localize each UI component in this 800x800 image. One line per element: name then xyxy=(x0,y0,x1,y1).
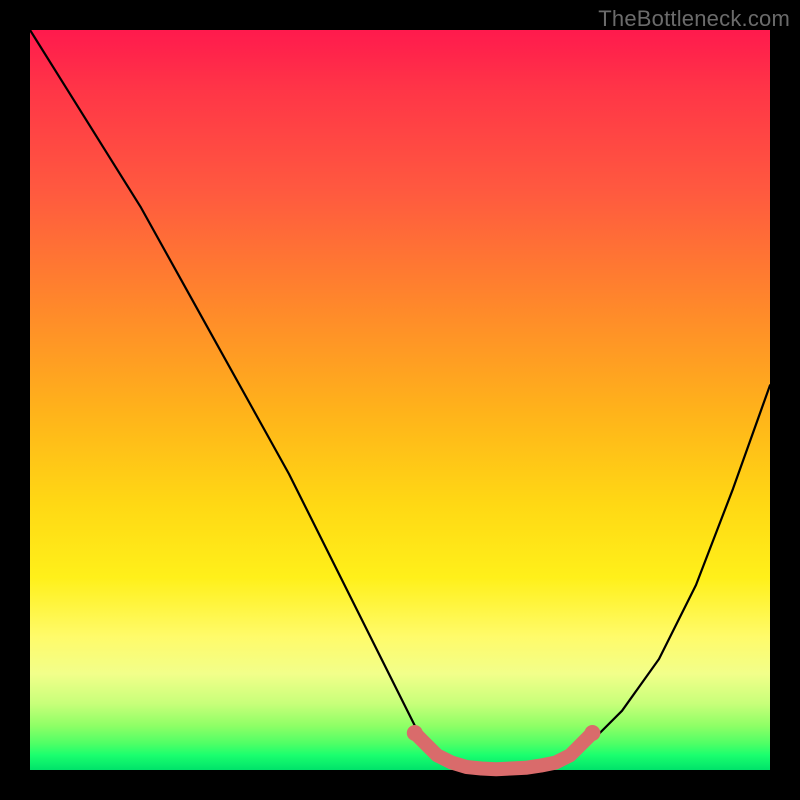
optimal-range-endpoint xyxy=(584,725,600,741)
curve-layer xyxy=(30,30,770,770)
optimal-range-marker xyxy=(407,725,601,769)
optimal-range-band xyxy=(415,733,593,769)
bottleneck-curve-path xyxy=(30,30,770,770)
plot-area xyxy=(30,30,770,770)
optimal-range-endpoint xyxy=(407,725,423,741)
chart-frame: TheBottleneck.com xyxy=(0,0,800,800)
attribution-label: TheBottleneck.com xyxy=(598,6,790,32)
